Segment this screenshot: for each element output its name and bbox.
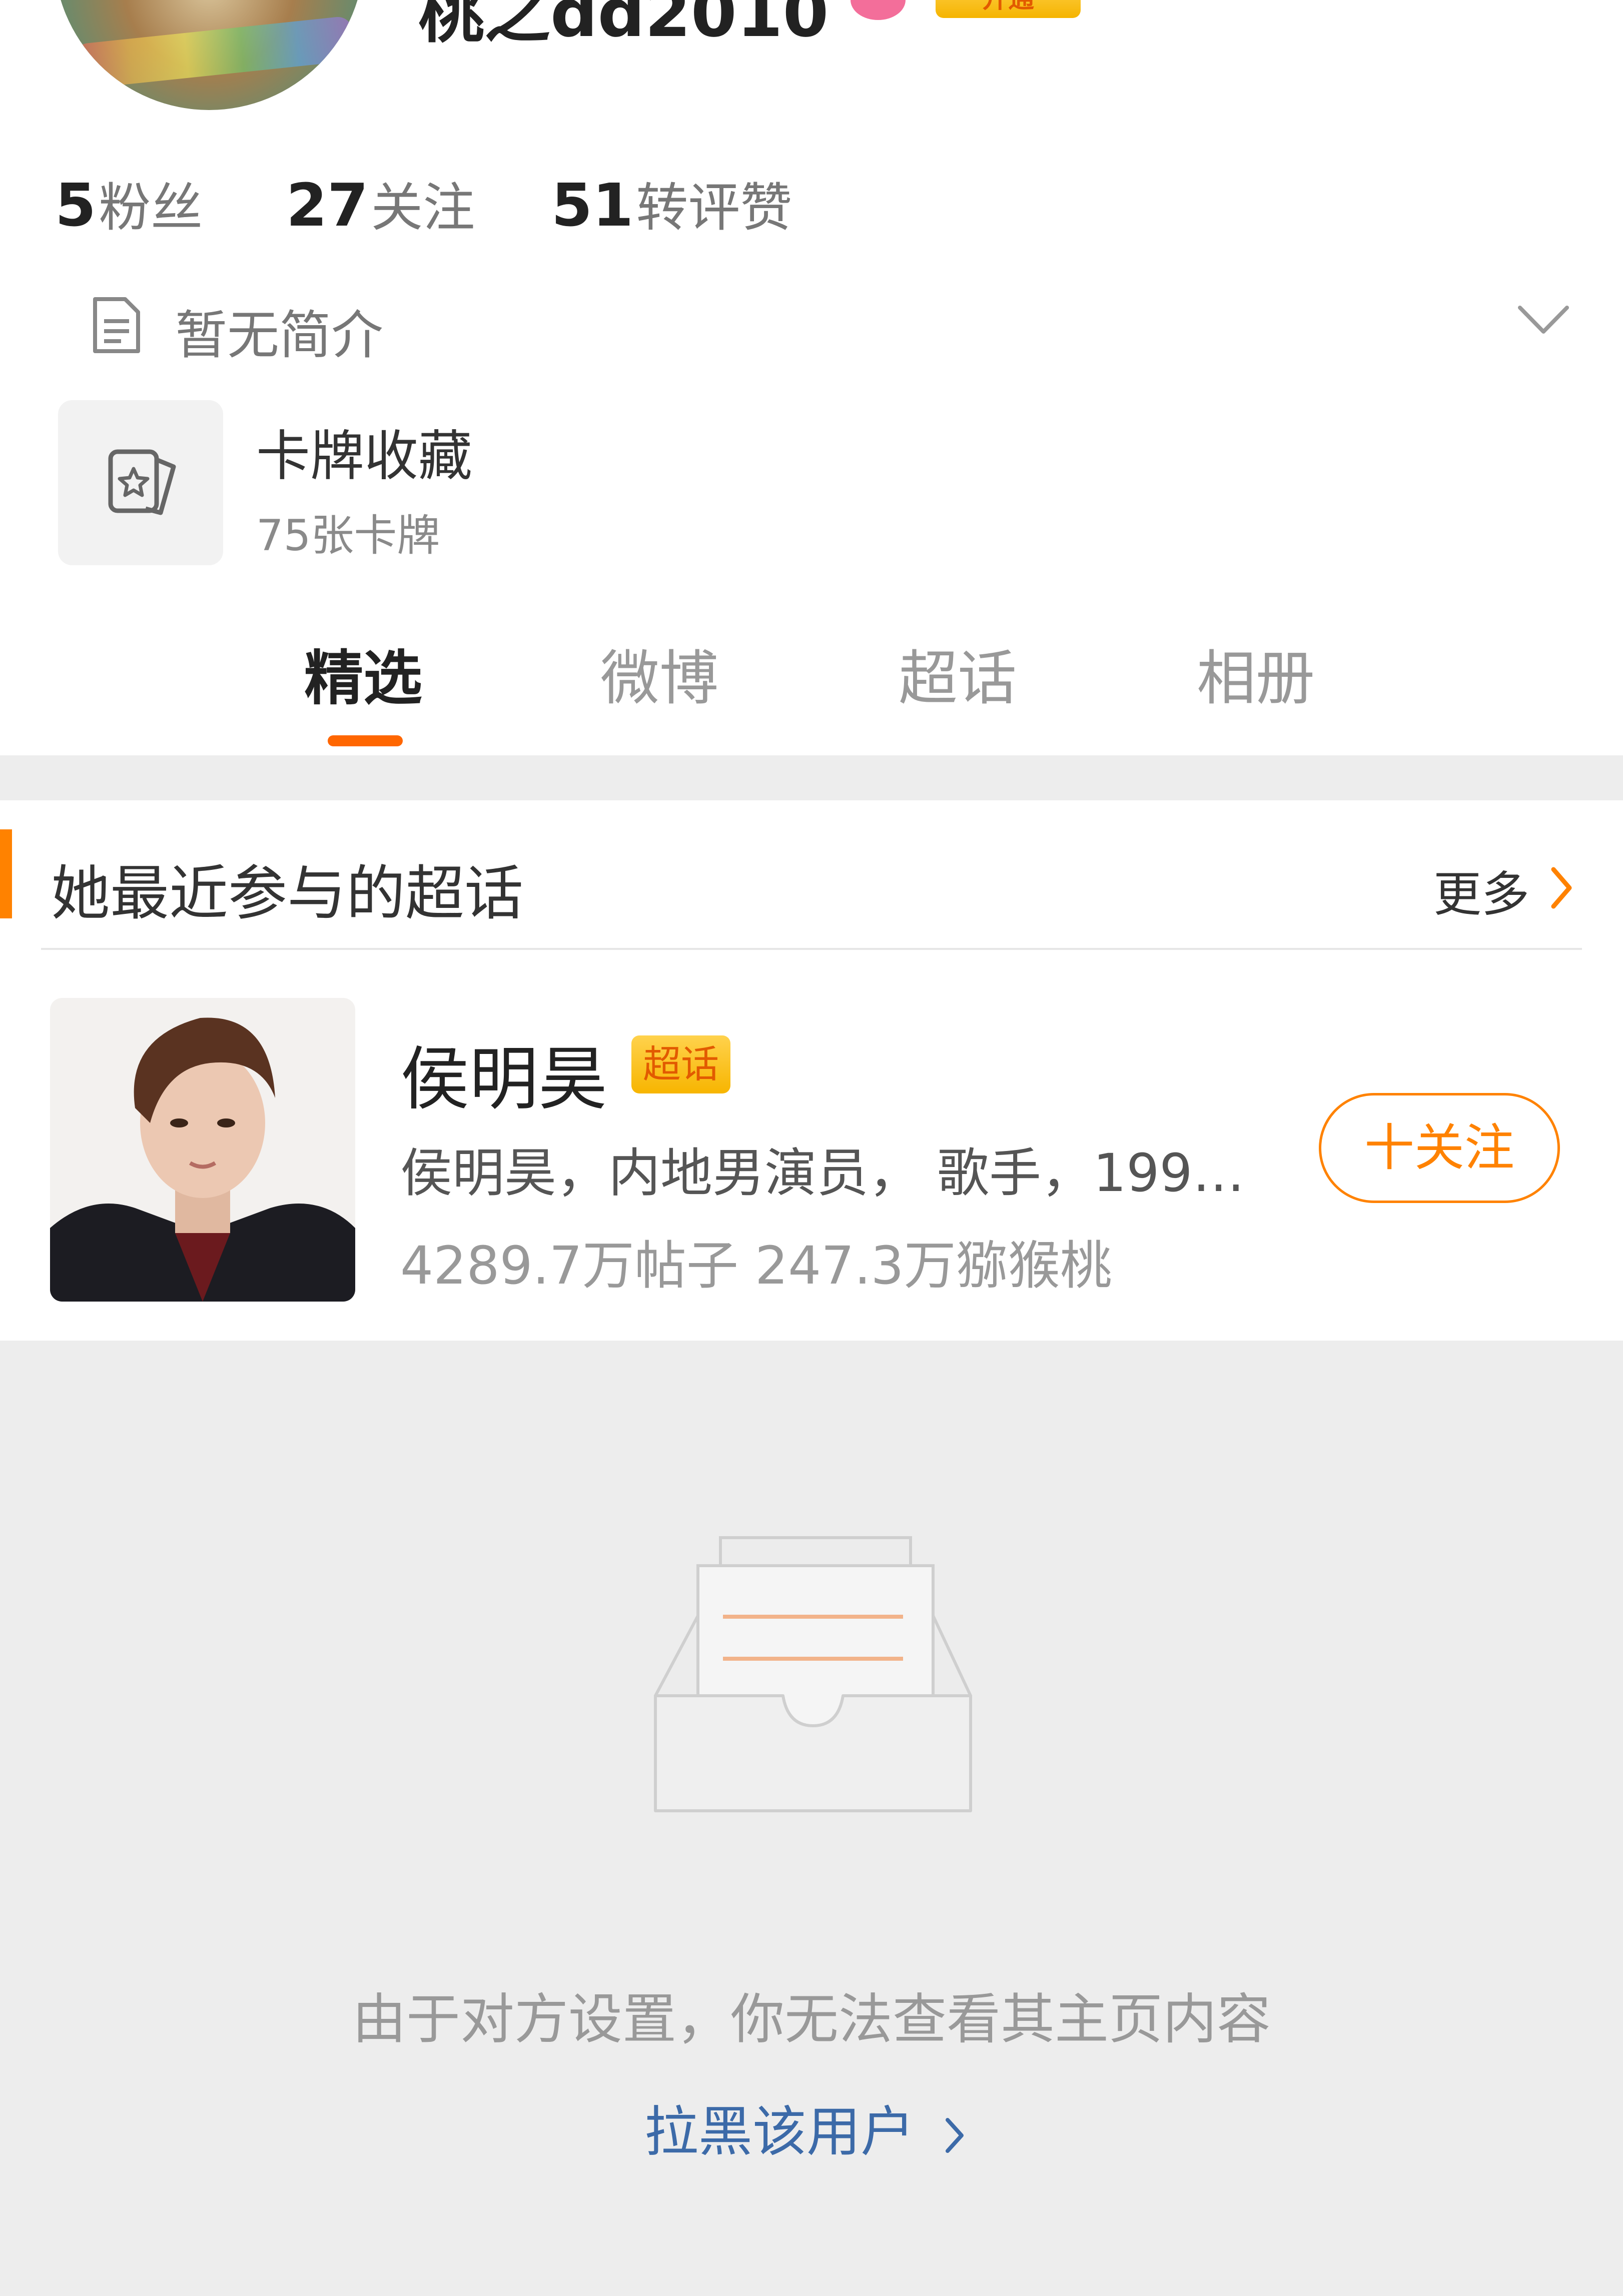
- tab-super-topic[interactable]: 超话: [899, 630, 1017, 716]
- stat-fans-value: 5: [55, 171, 97, 240]
- empty-inbox-icon: [650, 1531, 976, 1823]
- tab-weibo[interactable]: 微博: [600, 630, 718, 716]
- stat-interactions-value: 51: [551, 171, 634, 240]
- stat-interactions-label: 转评赞: [636, 177, 792, 238]
- section-title: 她最近参与的超话: [51, 859, 524, 928]
- intro-text: 暂无简介: [175, 305, 384, 366]
- section-accent-bar: [0, 829, 12, 918]
- empty-state-message: 由于对方设置，你无法查看其主页内容: [352, 1988, 1271, 2051]
- vip-open-badge[interactable]: 开通: [936, 0, 1081, 18]
- block-user-label: 拉黑该用户: [644, 2101, 915, 2163]
- tab-featured[interactable]: 精选: [304, 630, 422, 716]
- chevron-right-icon: [946, 2118, 964, 2153]
- follow-button[interactable]: 十关注: [1319, 1093, 1560, 1203]
- section-divider: [41, 948, 1582, 950]
- card-collection-title[interactable]: 卡牌收藏: [256, 413, 472, 491]
- tab-album[interactable]: 相册: [1197, 630, 1315, 716]
- username: 桃之dd2010: [418, 0, 829, 52]
- card-star-icon: [108, 449, 176, 515]
- stat-fans-label: 粉丝: [99, 177, 203, 238]
- chevron-right-icon[interactable]: [1548, 865, 1573, 912]
- active-tab-indicator: [328, 735, 403, 746]
- topic-name[interactable]: 侯明昊: [400, 1023, 607, 1123]
- topic-description: 侯明昊，内地男演员， 歌手，1997...: [400, 1142, 1271, 1204]
- stat-fans[interactable]: 5 粉丝: [55, 165, 203, 241]
- stat-following[interactable]: 27 关注: [286, 165, 475, 241]
- card-collection-count: 75张卡牌: [256, 511, 440, 561]
- stat-following-label: 关注: [371, 177, 475, 238]
- topic-cover-image[interactable]: [50, 998, 355, 1302]
- card-collection-icon-box[interactable]: [58, 400, 223, 565]
- chevron-down-icon[interactable]: [1516, 303, 1571, 340]
- profile-header: [0, 0, 1623, 755]
- stat-following-value: 27: [286, 171, 369, 240]
- stat-interactions[interactable]: 51 转评赞: [551, 165, 792, 241]
- block-user-link[interactable]: 拉黑该用户: [644, 2088, 966, 2166]
- more-link[interactable]: 更多: [1433, 855, 1529, 925]
- topic-stats: 4289.7万帖子 247.3万猕猴桃: [400, 1235, 1112, 1296]
- super-topic-badge: 超话: [631, 1035, 730, 1093]
- document-icon: [89, 295, 144, 357]
